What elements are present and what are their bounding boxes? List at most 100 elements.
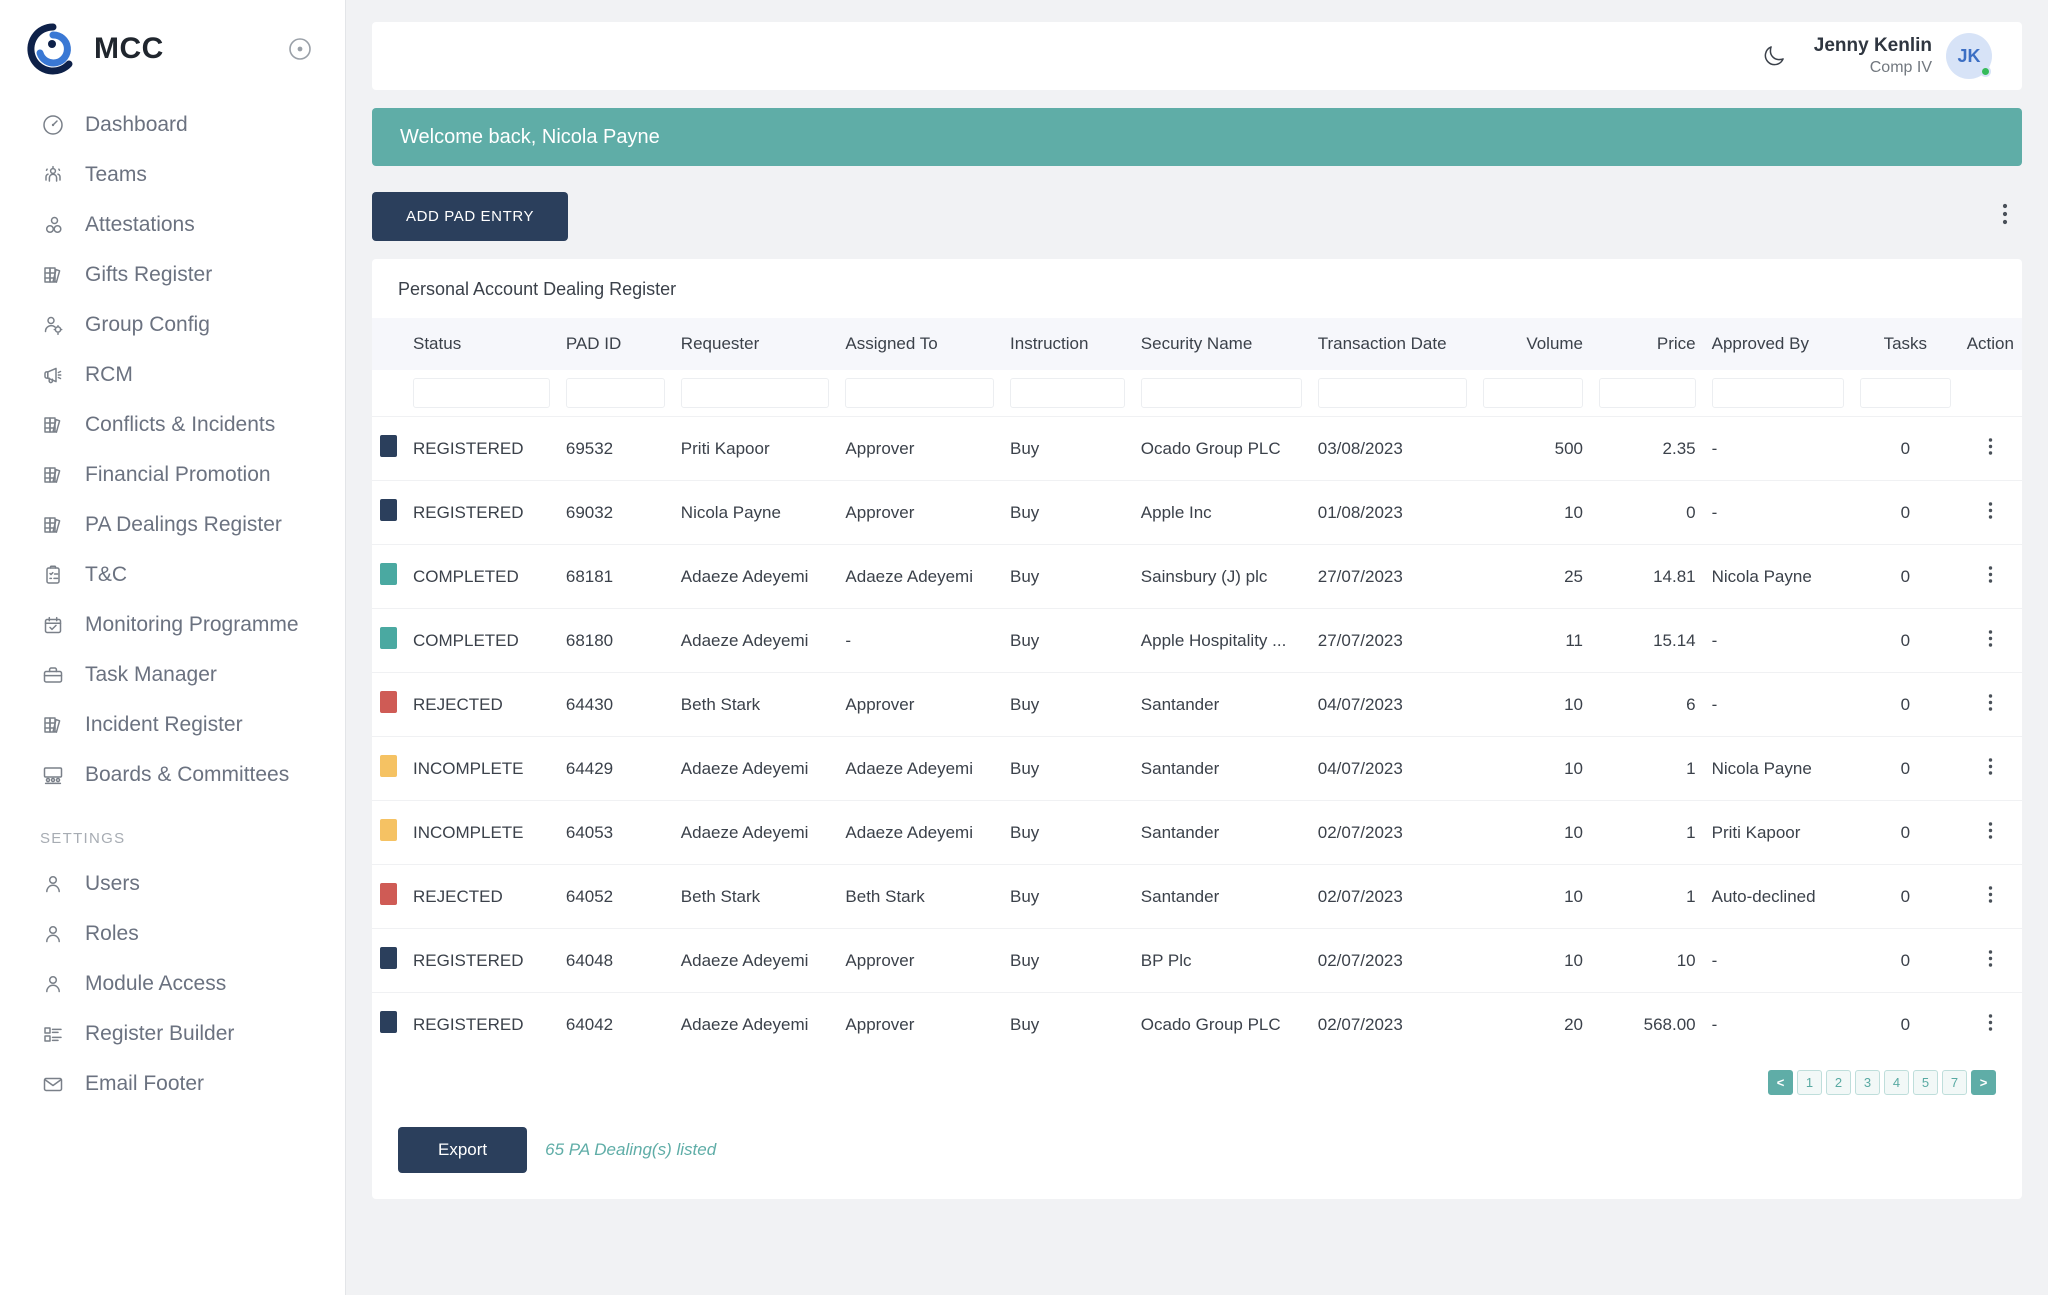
filter-input-instruction[interactable] [1010, 378, 1125, 408]
filter-input-assigned-to[interactable] [845, 378, 995, 408]
filter-cell [1591, 370, 1704, 417]
filter-input-requester[interactable] [680, 378, 830, 408]
cell-price: 1 [1591, 736, 1704, 801]
row-kebab-menu-icon[interactable] [1988, 501, 1993, 525]
row-kebab-menu-icon[interactable] [1988, 565, 1993, 589]
sidebar-item-users[interactable]: Users [0, 859, 345, 909]
kebab-menu-icon[interactable] [1988, 202, 2022, 231]
cell-status: INCOMPLETE [405, 800, 558, 865]
sidebar-item-dashboard[interactable]: Dashboard [0, 100, 345, 150]
page-button-7[interactable]: 7 [1942, 1070, 1967, 1095]
row-kebab-menu-icon[interactable] [1988, 757, 1993, 781]
table-row[interactable]: REGISTERED 69532 Priti Kapoor Approver Buy Oc… [372, 416, 2022, 481]
row-kebab-menu-icon[interactable] [1988, 437, 1993, 461]
cell-assigned-to: Approver [837, 672, 1003, 737]
filter-input-security-name[interactable] [1140, 378, 1302, 408]
row-kebab-menu-icon[interactable] [1988, 629, 1993, 653]
page-button-3[interactable]: 3 [1855, 1070, 1880, 1095]
filter-input-pad-id[interactable] [565, 378, 665, 408]
row-kebab-menu-icon[interactable] [1988, 821, 1993, 845]
cell-instruction: Buy [1002, 736, 1133, 801]
cell-transaction-date: 01/08/2023 [1309, 480, 1476, 545]
table-row[interactable]: REGISTERED 64048 Adaeze Adeyemi Approver Buy… [372, 928, 2022, 993]
cell-volume: 10 [1475, 672, 1592, 737]
table-head: Status PAD ID Requester Assigned To Instruct… [372, 318, 2022, 417]
sidebar-item-incident-register[interactable]: Incident Register [0, 700, 345, 750]
page-button-5[interactable]: 5 [1913, 1070, 1938, 1095]
sidebar-item-financial-promotion[interactable]: Financial Promotion [0, 450, 345, 500]
cell-approved-by: Nicola Payne [1703, 736, 1852, 801]
sidebar-item-attestations[interactable]: Attestations [0, 200, 345, 250]
user-menu[interactable]: Jenny Kenlin Comp IV JK [1814, 33, 1992, 79]
status-swatch-cell [372, 800, 405, 865]
table-row[interactable]: REJECTED 64052 Beth Stark Beth Stark Buy Sant… [372, 864, 2022, 929]
row-kebab-menu-icon[interactable] [1988, 885, 1993, 909]
next-page-button[interactable]: > [1971, 1070, 1996, 1095]
table-row[interactable]: REGISTERED 69032 Nicola Payne Approver Buy Ap… [372, 480, 2022, 545]
status-swatch [380, 883, 397, 905]
sidebar-item-pa-dealings-register[interactable]: PA Dealings Register [0, 500, 345, 550]
filter-input-price[interactable] [1599, 378, 1696, 408]
avatar[interactable]: JK [1946, 33, 1992, 79]
status-swatch-cell [372, 928, 405, 993]
status-swatch [380, 435, 397, 457]
megaphone-icon [40, 362, 66, 388]
page-button-4[interactable]: 4 [1884, 1070, 1909, 1095]
cell-volume: 20 [1475, 992, 1592, 1056]
table-row[interactable]: INCOMPLETE 64053 Adaeze Adeyemi Adaeze Adey… [372, 800, 2022, 865]
sidebar-item-conflicts-incidents[interactable]: Conflicts & Incidents [0, 400, 345, 450]
cell-tasks: 0 [1851, 864, 1959, 929]
page-button-1[interactable]: 1 [1797, 1070, 1822, 1095]
sidebar-item-email-footer[interactable]: Email Footer [0, 1059, 345, 1109]
books-icon [40, 462, 66, 488]
sidebar-item-t-c[interactable]: T&C [0, 550, 345, 600]
filter-input-approved-by[interactable] [1711, 378, 1844, 408]
cell-price: 10 [1591, 928, 1704, 993]
cell-transaction-date: 27/07/2023 [1309, 544, 1476, 609]
cell-volume: 10 [1475, 928, 1592, 993]
collapse-circle-icon[interactable] [287, 36, 313, 62]
sidebar-item-register-builder[interactable]: Register Builder [0, 1009, 345, 1059]
table-row[interactable]: REGISTERED 64042 Adaeze Adeyemi Approver Buy… [372, 992, 2022, 1056]
sidebar-item-rcm[interactable]: RCM [0, 350, 345, 400]
sidebar-item-roles[interactable]: Roles [0, 909, 345, 959]
cell-volume: 10 [1475, 736, 1592, 801]
filter-cell [1703, 370, 1852, 417]
table-row[interactable]: COMPLETED 68181 Adaeze Adeyemi Adaeze Adeye… [372, 544, 2022, 609]
cell-security-name: BP Plc [1132, 928, 1310, 993]
sidebar-item-monitoring-programme[interactable]: Monitoring Programme [0, 600, 345, 650]
filter-cell [1958, 370, 2022, 417]
table-row[interactable]: REJECTED 64430 Beth Stark Approver Buy Santan… [372, 672, 2022, 737]
sidebar-item-task-manager[interactable]: Task Manager [0, 650, 345, 700]
filter-input-tasks[interactable] [1859, 378, 1951, 408]
sidebar-item-group-config[interactable]: Group Config [0, 300, 345, 350]
export-button[interactable]: Export [398, 1127, 528, 1173]
row-kebab-menu-icon[interactable] [1988, 693, 1993, 717]
welcome-text: Welcome back, Nicola Payne [400, 125, 660, 148]
add-pad-entry-button[interactable]: ADD PAD ENTRY [372, 192, 569, 241]
sidebar-item-gifts-register[interactable]: Gifts Register [0, 250, 345, 300]
row-kebab-menu-icon[interactable] [1988, 1013, 1993, 1037]
user-icon [40, 971, 66, 997]
sidebar-item-teams[interactable]: Teams [0, 150, 345, 200]
cell-pad-id: 68181 [557, 544, 673, 609]
moon-icon[interactable] [1760, 42, 1788, 70]
filter-cell [1132, 370, 1310, 417]
cell-action [1958, 480, 2022, 545]
table-row[interactable]: INCOMPLETE 64429 Adaeze Adeyemi Adaeze Adey… [372, 736, 2022, 801]
page-button-2[interactable]: 2 [1826, 1070, 1851, 1095]
register-card: Personal Account Dealing Register Status… [372, 259, 2022, 1199]
sidebar-item-boards-committees[interactable]: Boards & Committees [0, 750, 345, 800]
filter-input-status[interactable] [413, 378, 550, 408]
prev-page-button[interactable]: < [1768, 1070, 1793, 1095]
filter-input-transaction-date[interactable] [1317, 378, 1468, 408]
sidebar-item-label: Conflicts & Incidents [85, 413, 276, 436]
cell-price: 15.14 [1591, 608, 1704, 673]
col-header-transaction-date: Transaction Date [1309, 318, 1476, 370]
sidebar-item-label: Dashboard [85, 113, 188, 136]
filter-input-volume[interactable] [1483, 378, 1584, 408]
table-row[interactable]: COMPLETED 68180 Adaeze Adeyemi - Buy Apple Ho… [372, 608, 2022, 673]
row-kebab-menu-icon[interactable] [1988, 949, 1993, 973]
sidebar-item-module-access[interactable]: Module Access [0, 959, 345, 1009]
cell-status: REGISTERED [405, 992, 558, 1056]
